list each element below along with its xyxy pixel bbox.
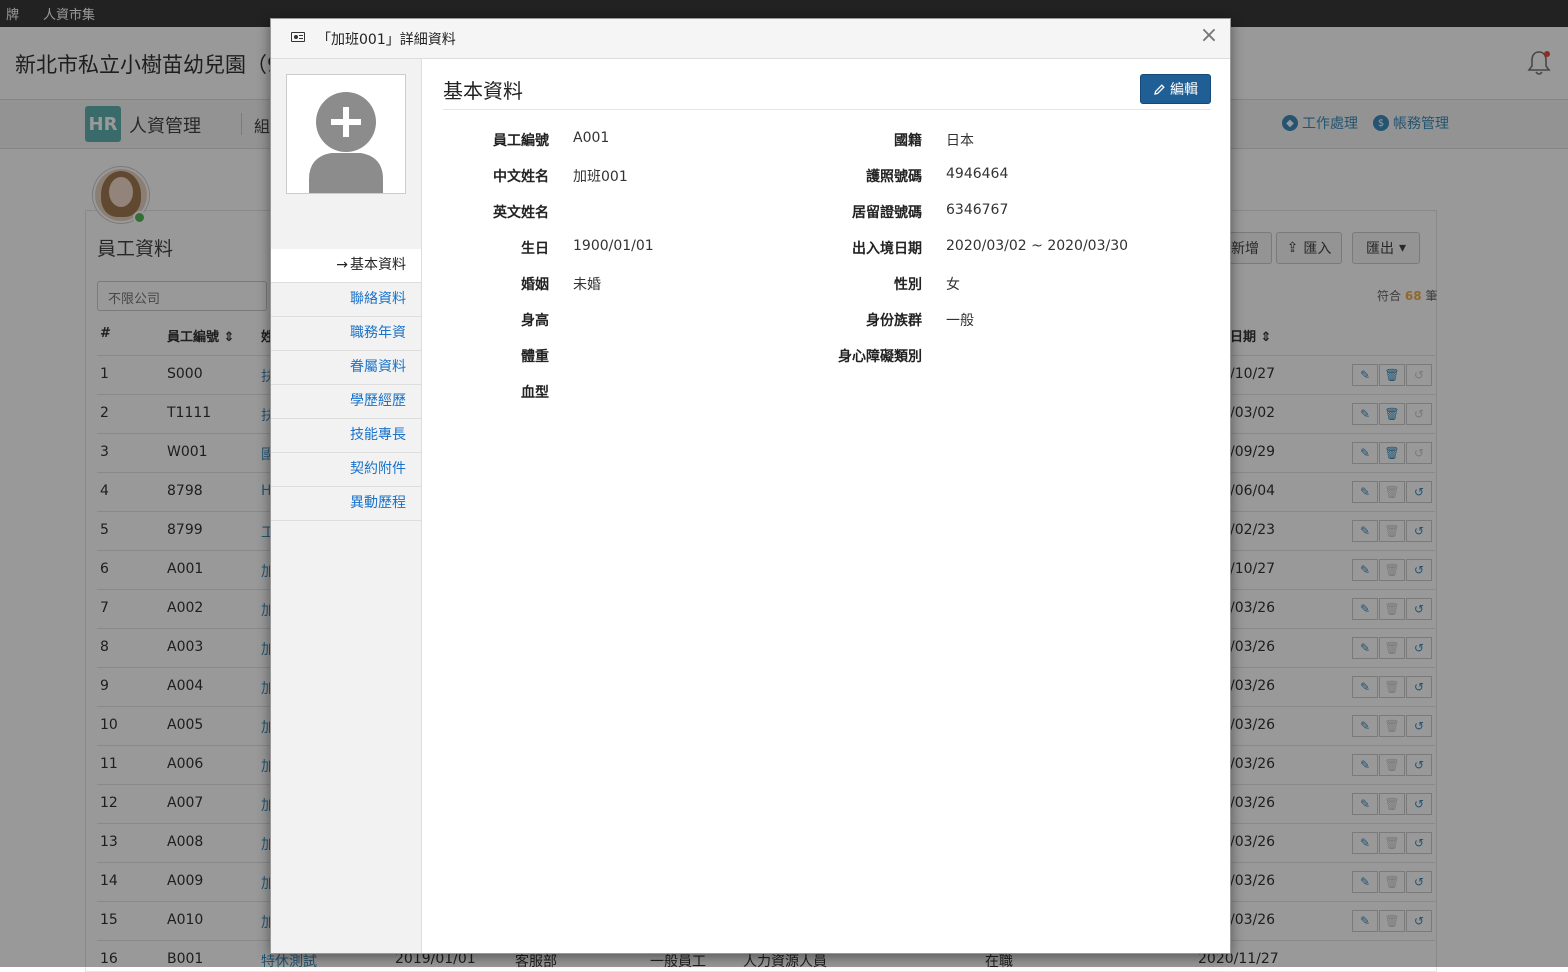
field-label: 身份族群	[866, 313, 922, 329]
section-title: 基本資料	[443, 79, 523, 103]
side-nav-item[interactable]: 技能專長	[271, 419, 421, 453]
close-button[interactable]: ×	[1198, 25, 1220, 47]
arrow-right-icon: →	[336, 257, 348, 273]
section-divider	[443, 109, 1211, 110]
field-value: 4946464	[946, 166, 1009, 182]
field-value: 日本	[946, 133, 974, 149]
side-nav-item[interactable]: 契約附件	[271, 453, 421, 487]
field-label: 出入境日期	[852, 241, 922, 257]
field-label: 英文姓名	[493, 205, 549, 221]
pencil-icon	[1154, 83, 1165, 95]
field-value: 加班001	[573, 169, 628, 185]
field-value: 一般	[946, 313, 974, 329]
field-value: 2020/03/02 ~ 2020/03/30	[946, 238, 1129, 254]
field-value: 未婚	[573, 277, 601, 293]
side-nav-item[interactable]: 異動歷程	[271, 487, 421, 521]
field-label: 居留證號碼	[852, 205, 922, 221]
field-label: 性別	[894, 277, 922, 293]
field-label: 生日	[521, 241, 549, 257]
side-nav-label: 異動歷程	[350, 495, 406, 511]
field-value: A001	[573, 130, 610, 146]
side-nav-label: 基本資料	[350, 257, 406, 273]
field-label: 中文姓名	[493, 169, 549, 185]
field-label: 血型	[521, 385, 549, 401]
field-label: 身高	[521, 313, 549, 329]
field-label: 護照號碼	[866, 169, 922, 185]
field-value: 6346767	[946, 202, 1009, 218]
modal-sidebar: → 基本資料 聯絡資料 職務年資 眷屬資料 學歷經歷 技能專長 契約附件 異動歷程	[271, 59, 422, 953]
field-label: 體重	[521, 349, 549, 365]
side-nav-label: 技能專長	[350, 427, 406, 443]
field-label: 婚姻	[521, 277, 549, 293]
modal-title: 「加班001」詳細資料	[317, 32, 456, 48]
modal-header: 「加班001」詳細資料 ×	[271, 19, 1230, 59]
edit-button[interactable]: 編輯	[1140, 74, 1211, 104]
field-label: 國籍	[894, 133, 922, 149]
field-value: 女	[946, 277, 960, 293]
field-value: 1900/01/01	[573, 238, 654, 254]
field-label: 身心障礙類別	[838, 349, 922, 365]
side-nav-label: 契約附件	[350, 461, 406, 477]
employee-detail-modal: 「加班001」詳細資料 × → 基本資料 聯絡資料 職務年資 眷屬資料 學歷經歷 技能專長契…	[270, 18, 1231, 954]
field-label: 員工編號	[493, 133, 549, 149]
id-card-icon	[291, 32, 305, 42]
